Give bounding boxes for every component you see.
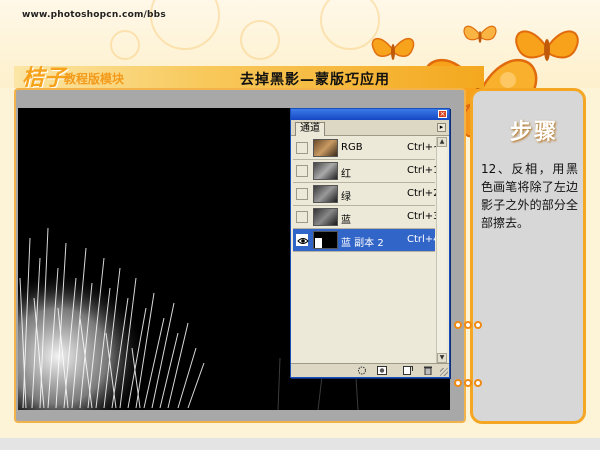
channel-name: 蓝 副本 2 — [341, 238, 384, 249]
decor-dot — [474, 379, 482, 387]
channel-thumbnail — [313, 231, 338, 249]
new-channel-icon[interactable] — [403, 366, 413, 375]
decor-circle — [110, 30, 140, 60]
step-heading: 步骤 — [510, 120, 559, 145]
channel-shortcut: Ctrl+3 — [407, 211, 440, 222]
channel-thumbnail — [313, 162, 338, 180]
eye-icon — [297, 238, 309, 244]
channel-row-rgb[interactable]: RGB Ctrl+~ — [293, 137, 442, 160]
load-selection-icon[interactable] — [357, 366, 367, 375]
decor-dot — [464, 321, 472, 329]
channel-row-blue-copy-2[interactable]: 蓝 副本 2 Ctrl+4 — [293, 229, 440, 252]
panel-tab-row: 通道 ▸ — [291, 120, 449, 136]
decor-circle — [240, 20, 280, 60]
visibility-toggle[interactable] — [296, 165, 308, 177]
decor-dot — [454, 379, 462, 387]
channel-name: 绿 — [341, 192, 351, 203]
channel-thumbnail — [313, 139, 338, 157]
channel-shortcut: Ctrl+2 — [407, 188, 440, 199]
channel-shortcut: Ctrl+4 — [407, 234, 440, 245]
channel-row-blue[interactable]: 蓝 Ctrl+3 — [293, 206, 440, 229]
channel-row-green[interactable]: 绿 Ctrl+2 — [293, 183, 440, 206]
decor-dot — [464, 379, 472, 387]
step-instruction: 12、反相，用黑色画笔将除了左边影子之外的部分全部擦去。 — [481, 162, 578, 230]
panel-menu-icon[interactable]: ▸ — [437, 123, 446, 132]
visibility-toggle[interactable] — [296, 142, 308, 154]
visibility-toggle[interactable] — [296, 234, 309, 246]
channel-name: 蓝 — [341, 215, 351, 226]
channel-name: RGB — [341, 142, 363, 153]
channel-name: 红 — [341, 169, 351, 180]
channel-thumbnail — [313, 208, 338, 226]
channel-row-red[interactable]: 红 Ctrl+1 — [293, 160, 440, 183]
decor-dot — [474, 321, 482, 329]
page-title: 去掉黑影—蒙版巧应用 — [240, 72, 390, 88]
decor-dots — [454, 321, 482, 329]
butterfly-icon — [371, 38, 415, 60]
delete-channel-icon[interactable] — [423, 366, 433, 375]
channel-list-scrollbar[interactable]: ▲ ▼ — [436, 137, 447, 363]
tab-channels[interactable]: 通道 — [295, 122, 325, 136]
channels-panel: × 通道 ▸ RGB Ctrl+~ 红 Ctrl+1 绿 Ctrl+2 蓝 Ct — [290, 108, 450, 378]
panel-footer — [291, 363, 449, 377]
decor-dot — [454, 321, 462, 329]
scroll-up-icon[interactable]: ▲ — [437, 137, 447, 147]
brand-subtitle: 教程版模块 — [64, 72, 125, 86]
channel-thumbnail — [313, 185, 338, 203]
save-selection-icon[interactable] — [377, 366, 387, 375]
site-url: www.photoshopcn.com/bbs — [22, 10, 166, 20]
bottom-strip — [0, 438, 600, 450]
decor-dots — [454, 379, 482, 387]
visibility-toggle[interactable] — [296, 188, 308, 200]
panel-titlebar[interactable]: × — [291, 109, 449, 120]
channel-shortcut: Ctrl+1 — [407, 165, 440, 176]
channel-list: RGB Ctrl+~ 红 Ctrl+1 绿 Ctrl+2 蓝 Ctrl+3 蓝 … — [293, 137, 442, 363]
close-icon[interactable]: × — [438, 110, 447, 118]
visibility-toggle[interactable] — [296, 211, 308, 223]
resize-grip[interactable] — [440, 368, 448, 376]
scroll-down-icon[interactable]: ▼ — [437, 353, 447, 363]
